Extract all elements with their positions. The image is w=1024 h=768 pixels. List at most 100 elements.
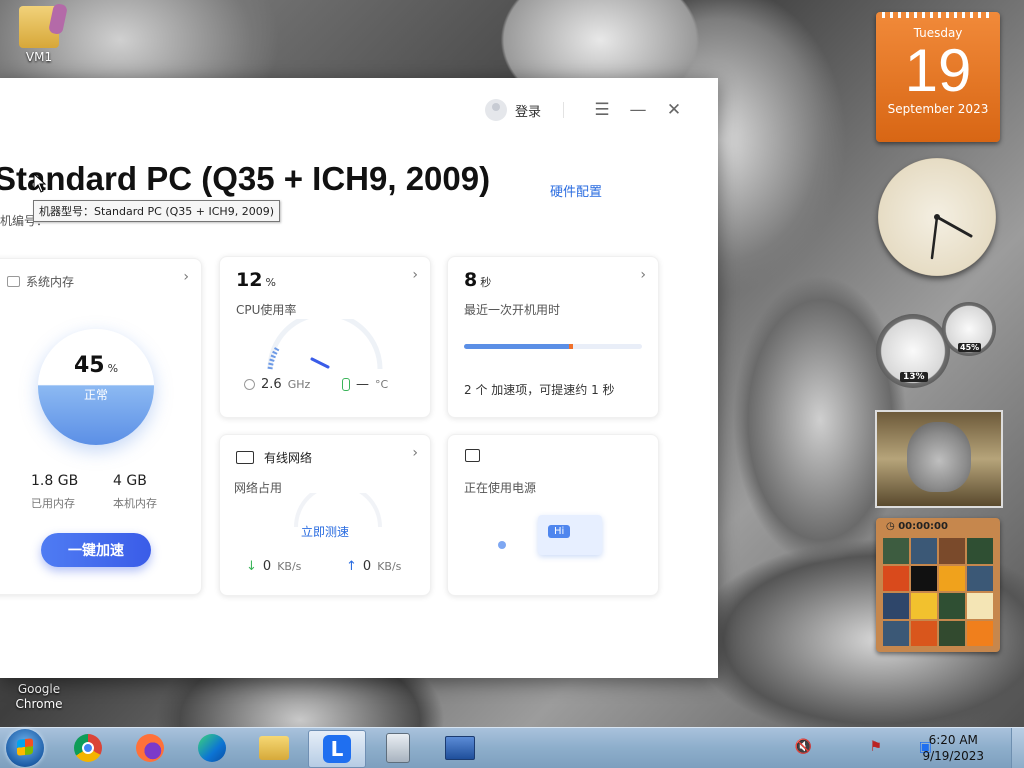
hi-bubble: Hi [548,525,571,538]
boot-seconds-unit: 秒 [480,276,492,289]
hardware-config-link[interactable]: 硬件配置 [550,181,602,200]
puzzle-grid[interactable] [883,538,993,646]
firefox-icon [136,734,164,762]
cpu-card[interactable]: 12% › CPU使用率 2.6 GHz — °C [219,256,431,418]
taskbar-chrome[interactable] [60,730,116,766]
chevron-right-icon[interactable]: › [412,267,418,283]
arrow-up-icon: ↑ [346,559,357,574]
upload-value: 0 [362,559,372,574]
slideshow-gadget[interactable] [875,410,1003,508]
cpu-temp-value: — [356,377,369,392]
cpu-freq-value: 2.6 [261,377,282,392]
cpu-temp-unit: °C [375,378,389,391]
network-title: 有线网络 [264,451,313,465]
taskbar-remote-desktop[interactable] [432,730,488,766]
power-label: 正在使用电源 [464,481,537,495]
calendar-day: 19 [904,37,972,104]
login-label: 登录 [514,104,541,120]
upload-unit: KB/s [377,560,402,573]
model-tooltip: 机器型号：Standard PC (Q35 + ICH9, 2009) [33,200,280,222]
memory-used-block: 1.8 GB 已用内存 [31,473,78,511]
cpu-gauge [267,319,383,370]
boot-time-card[interactable]: 8秒 › 最近一次开机用时 2 个 加速项，可提速约 1 秒 [447,256,659,418]
topbar-divider [563,102,564,118]
boot-progress-marker [568,344,573,349]
memory-total-label: 本机内存 [113,497,157,510]
minute-hand [930,215,939,260]
memory-total-block: 4 GB 本机内存 [113,473,157,511]
memory-card[interactable]: 系统内存 › 45% 正常 1.8 GB 已用内存 4 GB 本机内存 一键加速 [0,258,202,595]
remote-desktop-icon [445,736,475,760]
hour-hand [935,215,973,238]
calendar-rings [882,12,994,18]
memory-card-header: 系统内存 [7,273,74,290]
puzzle-time: 00:00:00 [898,521,948,532]
chevron-right-icon[interactable]: › [640,267,646,283]
taskbar-edge[interactable] [184,730,240,766]
one-click-boost-button[interactable]: 一键加速 [41,533,151,567]
memory-percent: 45 [73,353,105,378]
chrome-icon [74,734,102,762]
cpu-meter-value: 13% [900,372,928,382]
edge-icon [198,734,226,762]
taskbar: L 🔇 ⚑ ▣ 6:20 AM 9/19/2023 [0,727,1024,768]
chevron-right-icon[interactable]: › [412,445,418,461]
show-desktop-button[interactable] [1011,728,1024,768]
analog-clock-gadget[interactable] [878,158,996,276]
boot-progress-bar [464,344,642,349]
pc-manager-icon: L [323,735,351,763]
memory-card-label: 系统内存 [26,275,75,289]
boot-label: 最近一次开机用时 [464,303,561,317]
chevron-right-icon[interactable]: › [183,269,189,285]
download-speed: ↓ 0 KB/s [246,559,301,574]
picture-puzzle-gadget[interactable]: ◷ 00:00:00 [876,518,1000,652]
mouse-cursor-icon [33,173,47,193]
windows-logo-icon [17,738,33,756]
taskbar-explorer[interactable] [246,730,302,766]
power-plug-icon [465,449,480,462]
clock-date: 9/19/2023 [922,749,984,763]
memory-meter-value: 45% [958,343,982,352]
start-button[interactable] [6,729,44,767]
desktop-icon-chrome[interactable]: Google Chrome [4,682,74,712]
minimize-icon[interactable]: — [620,100,656,120]
memory-used-label: 已用内存 [31,497,75,510]
login-button[interactable]: 登录 [484,99,541,121]
arrow-down-icon: ↓ [246,559,257,574]
calendar-gadget[interactable]: Tuesday 19 September 2023 [876,12,1000,142]
cpu-freq-unit: GHz [287,378,311,391]
volume-muted-icon[interactable]: 🔇 [795,739,812,755]
folder-user-icon [19,2,68,48]
speedtest-link[interactable]: 立即测速 [220,523,430,540]
close-icon[interactable]: ✕ [656,100,692,120]
boot-tip: 2 个 加速项，可提速约 1 秒 [464,383,615,397]
memory-meter-gadget[interactable]: 45% [942,302,996,356]
network-label: 网络占用 [234,481,283,495]
hi-text: Hi [554,526,565,537]
cpu-meter-gadget[interactable]: 13% [876,314,950,388]
upload-speed: ↑ 0 KB/s [346,559,401,574]
puzzle-timer: ◷ 00:00:00 [886,521,948,532]
window-topbar: 登录 ☰ — ✕ [484,96,692,124]
desktop-icon-label-2: Chrome [15,697,63,711]
desktop-icon-vm1[interactable]: VM1 [4,2,74,64]
power-card[interactable]: 正在使用电源 Hi [447,434,659,596]
cpu-percent: 12 [236,269,263,291]
network-card[interactable]: 有线网络 › 网络占用 立即测速 ↓ 0 KB/s ↑ 0 KB/s [219,434,431,596]
cpu-percent-unit: % [265,276,276,289]
taskbar-firefox[interactable] [122,730,178,766]
calculator-icon [386,733,410,763]
boot-value-row: 8秒 [464,269,491,291]
boot-progress-fill [464,344,573,349]
menu-icon[interactable]: ☰ [584,100,620,120]
taskbar-pc-manager[interactable]: L [308,730,366,768]
cpu-value-row: 12% [236,269,276,291]
action-center-icon[interactable]: ⚑ [869,739,882,755]
clock-icon [244,379,255,390]
cpu-label: CPU使用率 [236,303,297,317]
cpu-temp: — °C [342,377,388,392]
taskbar-calculator[interactable] [370,730,426,766]
plug-illustration [498,541,506,549]
taskbar-clock[interactable]: 6:20 AM 9/19/2023 [922,732,984,764]
folder-icon [259,736,289,760]
